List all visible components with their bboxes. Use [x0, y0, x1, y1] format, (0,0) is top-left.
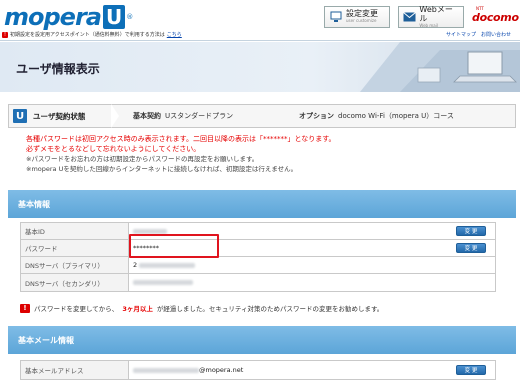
header-subbar: ! 初期設定を設定用アクセスポイント（通信料無料）で利用する方法は こちら サイ…	[0, 30, 520, 40]
change-basic-id-button[interactable]: 変 更	[456, 226, 486, 236]
warning-icon: !	[20, 303, 30, 313]
basic-info-table: 基本ID 変 更 パスワード ******** 変 更 DNSサーバ（プライマリ…	[20, 222, 496, 292]
envelope-icon	[403, 10, 417, 24]
table-row: DNSサーバ（プライマリ） 2	[21, 257, 495, 274]
dns-secondary-value	[129, 274, 447, 291]
change-password-button[interactable]: 変 更	[456, 243, 486, 253]
webmail-sublabel: Web mail	[419, 22, 438, 28]
basic-id-key: 基本ID	[21, 223, 129, 239]
warning-text-post: が経過しました。セキュリティ対策のためパスワードの変更をお勧めします。	[156, 305, 384, 313]
basic-mail-info-header: 基本メール情報	[8, 326, 516, 354]
monitor-icon	[329, 10, 343, 24]
password-key: パスワード	[21, 240, 129, 256]
change-mail-button[interactable]: 変 更	[456, 365, 486, 375]
basic-plan-label: 基本契約	[133, 112, 161, 120]
redacted-value	[133, 280, 193, 285]
logo-u-box: U	[102, 5, 126, 29]
settings-change-sublabel: user customize	[346, 18, 377, 24]
table-row: 基本ID 変 更	[21, 223, 495, 240]
header-links: サイトマップ お問い合わせ	[446, 31, 511, 38]
dns-secondary-key: DNSサーバ（セカンダリ）	[21, 274, 129, 291]
table-row: 基本メールアドレス @mopera.net 変 更	[21, 361, 495, 379]
password-value-cell: ********	[129, 234, 447, 258]
basic-plan-value: Uスタンダードプラン	[165, 112, 234, 120]
warning-text-pre: パスワードを変更してから、	[34, 305, 119, 313]
initial-setup-info: ! 初期設定を設定用アクセスポイント（通信料無料）で利用する方法は こちら	[2, 31, 182, 38]
mail-address-key: 基本メールアドレス	[21, 361, 129, 379]
note-gray-2: ※mopera Uを契約した回線からインターネットに接続しなければ、初期設定は行…	[26, 165, 298, 173]
settings-change-button[interactable]: 設定変更 user customize	[324, 6, 390, 28]
dns-primary-prefix: 2	[133, 261, 138, 269]
basic-plan: 基本契約 Uスタンダードプラン	[133, 111, 299, 121]
docomo-logo[interactable]: NTT docomo	[472, 6, 520, 24]
initial-setup-link[interactable]: こちら	[167, 31, 182, 38]
mail-domain: @mopera.net	[199, 366, 244, 374]
mopera-u-logo[interactable]: mopera U ®	[4, 3, 134, 31]
mopera-u-badge-icon: U	[13, 109, 27, 123]
webmail-button[interactable]: Webメール Web mail	[398, 5, 464, 28]
sitemap-link[interactable]: サイトマップ	[446, 31, 476, 38]
option-value: docomo Wi-Fi（mopera U）コース	[338, 112, 454, 120]
dns-primary-value: 2	[129, 257, 447, 273]
table-row: DNSサーバ（セカンダリ）	[21, 274, 495, 291]
note-red-1: 各種パスワードは初回アクセス時のみ表示されます。二回目以降の表示は「******…	[26, 135, 336, 143]
laptop-illustration	[360, 42, 520, 92]
contract-status-label: ユーザ契約状態	[33, 111, 86, 121]
logo-text: mopera	[4, 3, 102, 31]
note-gray-1: ※パスワードをお忘れの方は初期設定からパスワードの再設定をお願いします。	[26, 155, 259, 163]
contact-link[interactable]: お問い合わせ	[481, 31, 511, 38]
webmail-label: Webメール	[419, 5, 453, 23]
info-alert-icon: !	[2, 31, 8, 38]
warning-emphasis: 3ヶ月以上	[122, 305, 153, 313]
redacted-value	[133, 367, 199, 373]
logo-registered-mark: ®	[126, 13, 134, 21]
user-contract-status-bar: U ユーザ契約状態 基本契約 Uスタンダードプラン オプション docomo Wi-…	[8, 104, 516, 128]
page-title-banner: ユーザ情報表示	[0, 42, 520, 92]
docomo-text: docomo	[472, 11, 519, 24]
page-title: ユーザ情報表示	[16, 62, 100, 76]
table-row: パスワード ******** 変 更	[21, 234, 495, 258]
site-header: mopera U ® 設定変更 user customize Webメール We…	[0, 0, 520, 34]
password-notes: 各種パスワードは初回アクセス時のみ表示されます。二回目以降の表示は「******…	[26, 134, 506, 174]
status-arrow	[111, 104, 119, 128]
initial-setup-text: 初期設定を設定用アクセスポイント（通信料無料）で利用する方法は	[10, 32, 165, 38]
dns-primary-key: DNSサーバ（プライマリ）	[21, 257, 129, 273]
basic-info-header: 基本情報	[8, 190, 516, 218]
note-red-2: 必ずメモをとるなどして忘れないようにしてください。	[26, 145, 201, 153]
option-plan: オプション docomo Wi-Fi（mopera U）コース	[299, 111, 454, 121]
redacted-value	[133, 228, 167, 234]
redacted-value	[139, 262, 196, 268]
option-label: オプション	[299, 112, 334, 120]
header-divider	[0, 40, 520, 41]
password-age-warning: ! パスワードを変更してから、 3ヶ月以上 が経過しました。セキュリティ対策のためパ…	[20, 303, 383, 313]
password-highlight-box	[129, 234, 219, 258]
mail-address-value: @mopera.net	[129, 361, 447, 379]
basic-mail-table: 基本メールアドレス @mopera.net 変 更	[20, 360, 496, 380]
